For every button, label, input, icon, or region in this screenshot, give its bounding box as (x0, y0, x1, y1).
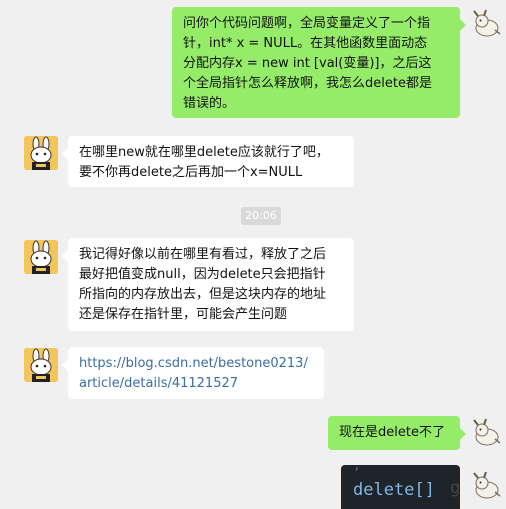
message-line: 在哪里new就在哪里delete应该就行了吧， (79, 145, 329, 160)
message-line: 现在是delete不了 (339, 425, 445, 440)
message-line: 要不你再delete之后再加一个x=NULL (79, 165, 303, 180)
message-line: 所指向的内存放出去，但是这块内存的地址 (79, 287, 327, 302)
avatar[interactable] (470, 470, 504, 504)
message-link[interactable]: article/details/41121527 (79, 374, 313, 394)
bunny-avatar-icon (24, 348, 58, 382)
message-line: 分配内存x = new int [val(变量)]，之后这 (183, 56, 432, 71)
goat-avatar-icon (473, 471, 501, 499)
goat-avatar-icon (473, 9, 501, 37)
avatar[interactable] (24, 136, 58, 170)
code-text: delete[] (353, 480, 435, 500)
message-line: 问你个代码问题啊，全局变量定义了一个指 (183, 16, 431, 31)
bunny-avatar-icon (24, 136, 58, 170)
message-bubble-received: https://blog.csdn.net/bestone0213/ artic… (62, 347, 324, 399)
message-bubble-received[interactable]: 在哪里new就在哪里delete应该就行了吧， 要不你再delete之后再加一个… (62, 136, 354, 187)
message-bubble-sent[interactable]: 问你个代码问题啊，全局变量定义了一个指 针，int* x = NULL。在其他函… (172, 7, 466, 118)
message-line: 我记得好像以前在哪里有看过，释放了之后 (79, 247, 327, 262)
message-line: 最好把值变成null，因为delete只会把指针 (79, 267, 326, 282)
code-screenshot-image[interactable]: ; delete[] (341, 465, 460, 509)
message-line: 针，int* x = NULL。在其他函数里面动态 (183, 36, 428, 51)
avatar[interactable] (24, 348, 58, 382)
avatar[interactable] (24, 240, 58, 274)
timestamp: 20:06 (241, 207, 281, 225)
message-bubble-sent[interactable]: 现在是delete不了 (328, 416, 466, 450)
code-faded-text: ; (353, 465, 361, 473)
avatar[interactable] (470, 8, 504, 42)
goat-avatar-icon (473, 418, 501, 446)
message-line: 错误的。 (183, 96, 236, 111)
message-line: 个全局指针怎么释放啊，我怎么delete都是 (183, 76, 432, 91)
message-link[interactable]: https://blog.csdn.net/bestone0213/ (79, 354, 313, 374)
message-bubble-received[interactable]: 我记得好像以前在哪里有看过，释放了之后 最好把值变成null，因为delete只… (62, 238, 354, 331)
message-line: 还是保存在指针里，可能会产生问题 (79, 307, 288, 322)
bunny-avatar-icon (24, 240, 58, 274)
avatar[interactable] (470, 417, 504, 451)
chat-window: 问你个代码问题啊，全局变量定义了一个指 针，int* x = NULL。在其他函… (0, 0, 506, 509)
code-overflow-text: g (450, 478, 461, 498)
